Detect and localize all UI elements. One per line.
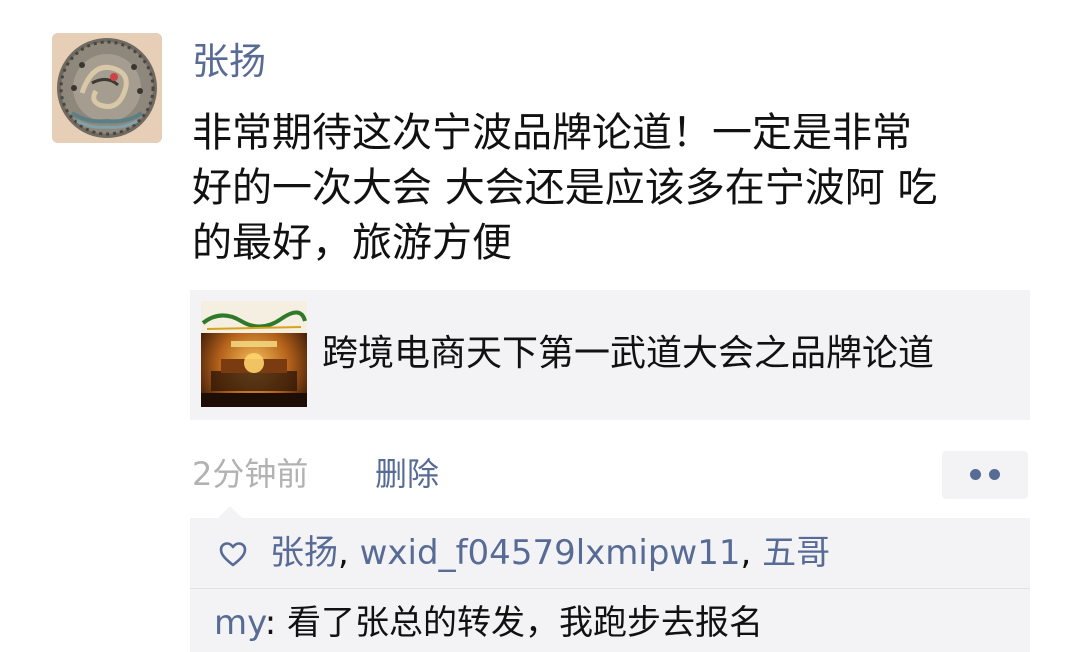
avatar[interactable] bbox=[52, 33, 162, 143]
event-poster-icon bbox=[201, 301, 307, 407]
moments-post: 张扬 非常期待这次宁波品牌论道！一定是非常 好的一次大会 大会还是应该多在宁波阿… bbox=[0, 0, 1080, 652]
post-text: 非常期待这次宁波品牌论道！一定是非常 好的一次大会 大会还是应该多在宁波阿 吃 … bbox=[192, 106, 1052, 271]
comment-separator: : bbox=[264, 603, 288, 643]
likes-list: 张扬, wxid_f04579lxmipw11, 五哥 bbox=[270, 528, 830, 578]
dragon-medallion-icon bbox=[52, 33, 162, 143]
post-text-line: 非常期待这次宁波品牌论道！一定是非常 bbox=[192, 110, 912, 156]
post-text-line: 的最好，旅游方便 bbox=[192, 220, 512, 266]
more-actions-button[interactable] bbox=[942, 451, 1028, 499]
comments-panel: 张扬, wxid_f04579lxmipw11, 五哥 my: 看了张总的转发，… bbox=[190, 518, 1030, 652]
comments-pointer bbox=[218, 506, 242, 518]
likes-row: 张扬, wxid_f04579lxmipw11, 五哥 bbox=[190, 518, 1030, 588]
like-user-name[interactable]: wxid_f04579lxmipw11 bbox=[360, 533, 741, 573]
post-timestamp: 2分钟前 bbox=[192, 455, 309, 493]
like-user-name[interactable]: 张扬 bbox=[270, 533, 338, 573]
more-dots-icon bbox=[970, 469, 981, 480]
divider bbox=[190, 588, 1030, 589]
comment-author[interactable]: my bbox=[214, 603, 265, 643]
link-thumbnail bbox=[201, 301, 307, 407]
comment-item[interactable]: my: 看了张总的转发，我跑步去报名 bbox=[214, 598, 763, 648]
comment-text: 看了张总的转发，我跑步去报名 bbox=[287, 603, 764, 643]
like-separator: , bbox=[740, 533, 763, 573]
like-user-name[interactable]: 五哥 bbox=[762, 533, 830, 573]
more-dots-icon bbox=[989, 469, 1000, 480]
link-title: 跨境电商天下第一武道大会之品牌论道 bbox=[322, 333, 935, 374]
like-separator: , bbox=[338, 533, 360, 573]
delete-button[interactable]: 删除 bbox=[375, 450, 439, 498]
heart-outline-icon bbox=[219, 542, 247, 567]
post-text-line: 好的一次大会 大会还是应该多在宁波阿 吃 bbox=[192, 165, 938, 211]
shared-link-card[interactable]: 跨境电商天下第一武道大会之品牌论道 bbox=[190, 290, 1030, 420]
post-author-name[interactable]: 张扬 bbox=[192, 38, 266, 86]
